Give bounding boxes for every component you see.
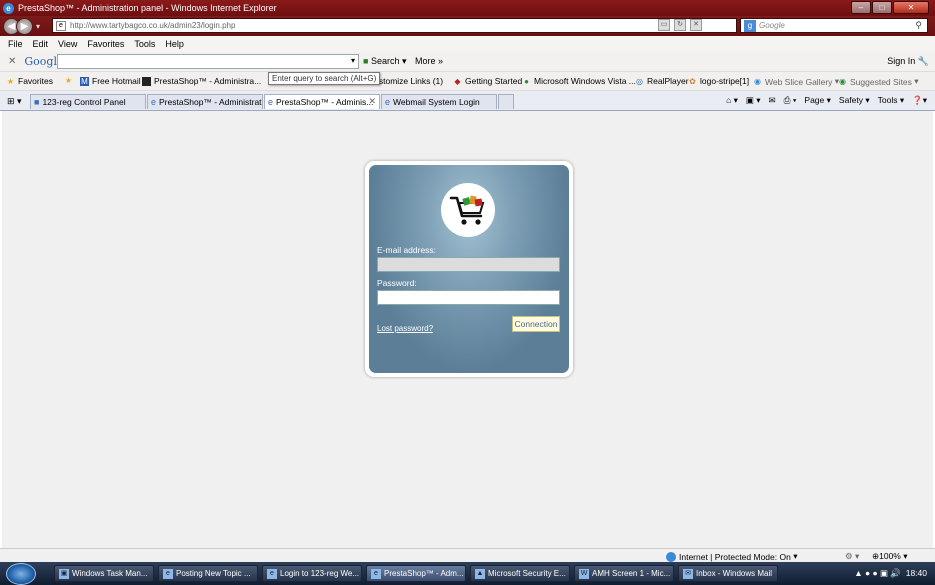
add-favorite-icon[interactable]: ★ — [64, 76, 76, 85]
refresh-icon[interactable]: ↻ — [674, 19, 686, 31]
google-search-button[interactable]: ■ Search ▾ — [363, 56, 407, 67]
ie-icon: e — [3, 2, 14, 14]
menu-edit[interactable]: Edit — [33, 39, 49, 49]
fav-logo-stripe[interactable]: ✿ logo-stripe[1] — [688, 76, 749, 86]
window-title: PrestaShop™ - Administration panel - Win… — [18, 3, 277, 13]
history-dropdown-icon[interactable]: ▾ — [36, 22, 40, 31]
clock[interactable]: 18:40 — [906, 568, 927, 578]
tab-prestashop-active[interactable]: e PrestaShop™ - Adminis... ✕ — [264, 94, 380, 109]
search-tooltip: Enter query to search (Alt+G) — [268, 72, 381, 85]
feeds-icon[interactable]: ▣ ▾ — [746, 95, 761, 106]
fav-prestashop[interactable]: PrestaShop™ - Administra... — [142, 76, 261, 86]
menu-bar: File Edit View Favorites Tools Help — [0, 36, 935, 52]
protected-mode-icon[interactable]: ⚙ ▾ — [845, 551, 859, 562]
sign-in-button[interactable]: Sign In 🔧 — [887, 56, 929, 67]
home-icon[interactable]: ⌂ ▾ — [726, 95, 738, 106]
task-security-essentials[interactable]: ▲ Microsoft Security E... — [470, 565, 570, 582]
search-icon[interactable]: ⚲ — [915, 20, 922, 31]
chevron-down-icon[interactable]: ▾ — [351, 56, 355, 65]
stop-icon[interactable]: ✕ — [690, 19, 702, 31]
google-toolbar-search-input[interactable]: ▾ — [57, 54, 359, 69]
star-icon: ★ — [6, 76, 15, 86]
task-posting-topic[interactable]: e Posting New Topic ... — [158, 565, 258, 582]
google-search-provider-icon: g — [744, 19, 756, 32]
password-field[interactable] — [377, 290, 560, 305]
task-123-reg[interactable]: e Login to 123-reg We... — [262, 565, 362, 582]
task-task-manager[interactable]: ▣ Windows Task Man... — [54, 565, 154, 582]
address-url: http://www.tartybagco.co.uk/admin23/logi… — [70, 21, 236, 30]
fav-windows-vista[interactable]: ● Microsoft Windows Vista ... — [522, 76, 636, 86]
lost-password-link[interactable]: Lost password? — [377, 324, 433, 333]
login-panel: E-mail address: Password: Lost password?… — [369, 165, 569, 373]
address-row: ◀ ▶ ▾ e http://www.tartybagco.co.uk/admi… — [0, 16, 935, 36]
email-field[interactable] — [377, 257, 560, 272]
tab-webmail[interactable]: e Webmail System Login — [381, 94, 497, 109]
compatibility-icon[interactable]: ▭ — [658, 19, 670, 31]
google-toolbar: ✕ Google ▾ ■ Search ▾ More » Sign In 🔧 — [0, 52, 935, 72]
task-amh-screen[interactable]: W AMH Screen 1 - Mic... — [574, 565, 674, 582]
fav-web-slice-gallery[interactable]: ◉ Web Slice Gallery ▾ — [753, 76, 839, 87]
zoom-level[interactable]: ⊕100% ▾ — [872, 551, 908, 562]
shopping-cart-logo — [441, 183, 495, 237]
menu-file[interactable]: File — [8, 39, 23, 49]
address-bar-buttons: ▭ ↻ ✕ — [658, 19, 702, 31]
menu-tools[interactable]: Tools — [134, 39, 155, 49]
forward-button[interactable]: ▶ — [16, 17, 33, 35]
close-toolbar-icon[interactable]: ✕ — [8, 56, 16, 67]
mail-icon[interactable]: ✉ — [769, 95, 776, 106]
task-windows-mail[interactable]: ✉ Inbox - Windows Mail — [678, 565, 778, 582]
connection-button[interactable]: Connection — [512, 316, 560, 332]
quick-tabs-icon[interactable]: ⊞ ▾ — [7, 96, 22, 107]
password-label: Password: — [377, 278, 417, 288]
ie-search-placeholder: Google — [759, 21, 785, 30]
close-tab-icon[interactable]: ✕ — [368, 96, 376, 107]
system-tray: ▲ ● ● ▣ 🔊 18:40 — [854, 568, 927, 579]
more-button[interactable]: More » — [415, 56, 443, 66]
status-bar: Internet | Protected Mode: On ▾ ⚙ ▾ ⊕100… — [0, 548, 935, 562]
fav-realplayer[interactable]: ◎ RealPlayer — [635, 76, 689, 86]
fav-getting-started[interactable]: ◆ Getting Started — [453, 76, 522, 86]
print-icon[interactable]: ⎙ ▾ — [784, 95, 797, 106]
help-icon[interactable]: ❓▾ — [912, 95, 927, 106]
email-label: E-mail address: — [377, 245, 437, 255]
window-controls: – □ ✕ — [851, 1, 929, 14]
maximize-button[interactable]: □ — [872, 1, 892, 14]
tray-icons[interactable]: ▲ ● ● ▣ 🔊 — [854, 568, 901, 578]
fav-free-hotmail[interactable]: M Free Hotmail — [80, 76, 141, 86]
page-content: E-mail address: Password: Lost password?… — [2, 111, 933, 548]
command-bar: ⌂ ▾ ▣ ▾ ✉ ⎙ ▾ Page ▾ Safety ▾ Tools ▾ ❓▾ — [726, 95, 927, 106]
menu-help[interactable]: Help — [165, 39, 184, 49]
tab-123-reg[interactable]: ■ 123-reg Control Panel — [30, 94, 146, 109]
taskbar: ▣ Windows Task Man... e Posting New Topic … — [0, 562, 935, 585]
shopping-cart-icon — [449, 195, 485, 225]
window-title-bar: e PrestaShop™ - Administration panel - W… — [0, 0, 935, 16]
tab-prestashop-1[interactable]: e PrestaShop™ - Administrat... — [147, 94, 263, 109]
security-zone[interactable]: Internet | Protected Mode: On ▾ — [666, 551, 797, 562]
favorites-button[interactable]: ★ Favorites — [6, 76, 53, 86]
ie-search-box[interactable]: g Google ⚲ — [740, 18, 928, 33]
safety-menu[interactable]: Safety ▾ — [839, 95, 870, 106]
minimize-button[interactable]: – — [851, 1, 871, 14]
tab-row: ⊞ ▾ ■ 123-reg Control Panel e PrestaShop™ … — [0, 91, 935, 111]
new-tab-button[interactable] — [498, 94, 514, 109]
close-button[interactable]: ✕ — [893, 1, 929, 14]
tools-menu[interactable]: Tools ▾ — [878, 95, 904, 106]
address-bar[interactable]: e http://www.tartybagco.co.uk/admin23/lo… — [52, 18, 737, 33]
menu-view[interactable]: View — [58, 39, 77, 49]
fav-suggested-sites[interactable]: ◉ Suggested Sites ▾ — [838, 76, 919, 87]
globe-icon — [666, 551, 676, 562]
menu-favorites[interactable]: Favorites — [87, 39, 124, 49]
task-prestashop[interactable]: e PrestaShop™ - Adm... — [366, 565, 466, 582]
start-button[interactable] — [6, 563, 36, 585]
login-box: E-mail address: Password: Lost password?… — [365, 161, 573, 377]
page-favicon: e — [56, 20, 66, 31]
page-menu[interactable]: Page ▾ — [804, 95, 831, 106]
favorites-bar: ★ Favorites ★ M Free Hotmail PrestaShop™ -… — [0, 72, 935, 91]
